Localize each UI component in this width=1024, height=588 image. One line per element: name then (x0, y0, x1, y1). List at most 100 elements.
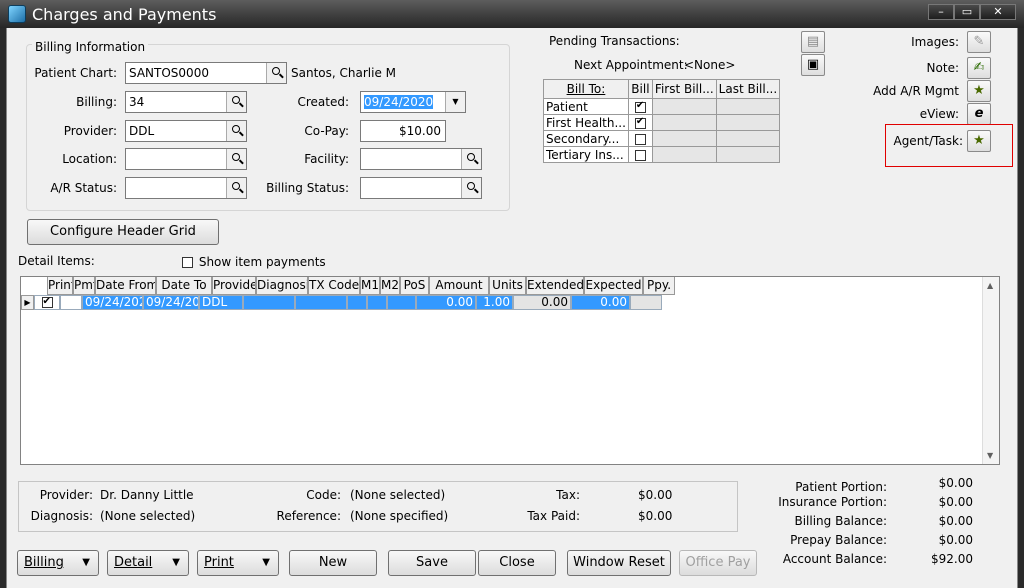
billing-menu-button[interactable]: Billing ▼ (17, 550, 99, 576)
office-pay-button[interactable]: Office Pay (679, 550, 757, 576)
created-date-field[interactable]: 09/24/2020 ▼ (360, 91, 466, 113)
row-date-to[interactable]: 09/24/202 (143, 295, 199, 310)
summary-provider-value: Dr. Danny Little (100, 488, 194, 502)
ar-mgmt-icon[interactable]: ★ (967, 80, 991, 102)
scroll-down-icon[interactable]: ▼ (987, 451, 993, 460)
summary-reference-label: Reference: (276, 509, 341, 523)
images-label: Images: (911, 35, 959, 49)
col-expected[interactable]: Expected (584, 277, 643, 295)
images-icon[interactable]: ✎ (967, 31, 991, 53)
pending-add-icon[interactable]: ▣ (801, 54, 825, 76)
pending-list-icon[interactable]: ▤ (801, 31, 825, 53)
restore-button[interactable]: ▭ (954, 4, 980, 20)
summary-tax-value: $0.00 (638, 488, 673, 502)
ar-status-label: A/R Status: (50, 181, 117, 195)
last-bill-header[interactable]: Last Bill... (715, 79, 781, 99)
chevron-down-icon: ▼ (262, 557, 270, 568)
detail-menu-button[interactable]: Detail ▼ (107, 550, 189, 576)
bill-to-tertiary[interactable]: Tertiary Ins... (543, 146, 629, 163)
col-pmt[interactable]: Pmt (73, 277, 95, 295)
patient-chart-field[interactable]: SANTOS0000 (125, 62, 287, 84)
billing-status-search-icon[interactable] (461, 178, 481, 198)
col-amount[interactable]: Amount (429, 277, 489, 295)
row-expected[interactable]: 0.00 (571, 295, 630, 310)
col-diagnosis[interactable]: Diagnosis (256, 277, 308, 295)
row-selector-icon[interactable]: ▶ (21, 295, 34, 310)
billing-status-field[interactable] (360, 177, 482, 199)
col-ppy[interactable]: Ppy. (643, 277, 675, 295)
configure-header-grid-button[interactable]: Configure Header Grid (27, 219, 219, 245)
row-units[interactable]: 1.00 (476, 295, 513, 310)
eview-label: eView: (919, 107, 959, 121)
patient-name: Santos, Charlie M (291, 66, 396, 80)
facility-search-icon[interactable] (461, 149, 481, 169)
provider-field[interactable]: DDL (125, 120, 247, 142)
patient-chart-label: Patient Chart: (34, 66, 117, 80)
summary-tax-label: Tax: (556, 488, 580, 502)
col-m1[interactable]: M1 (360, 277, 380, 295)
bill-secondary-checkbox[interactable] (634, 133, 646, 145)
summary-code-label: Code: (306, 488, 341, 502)
summary-diagnosis-label: Diagnosis: (30, 509, 93, 523)
first-bill-header[interactable]: First Bill... (651, 79, 717, 99)
print-menu-button[interactable]: Print ▼ (197, 550, 279, 576)
copay-label: Co-Pay: (304, 124, 349, 138)
save-button[interactable]: Save (388, 550, 476, 576)
bill-first-health-checkbox[interactable] (634, 116, 646, 129)
row-amount[interactable]: 0.00 (416, 295, 476, 310)
col-date-from[interactable]: Date From (95, 277, 156, 295)
col-pos[interactable]: PoS (400, 277, 429, 295)
provider-search-icon[interactable] (226, 121, 246, 141)
chevron-down-icon[interactable]: ▼ (445, 92, 465, 112)
col-units[interactable]: Units (489, 277, 526, 295)
summary-tax-paid-label: Tax Paid: (527, 509, 580, 523)
col-m2[interactable]: M2 (380, 277, 400, 295)
insurance-portion-label: Insurance Portion: (778, 495, 887, 509)
next-appointment-value: <None> (684, 58, 736, 72)
location-search-icon[interactable] (226, 149, 246, 169)
agent-task-label: Agent/Task: (893, 134, 963, 148)
row-date-from[interactable]: 09/24/202 (82, 295, 143, 310)
copay-field[interactable]: $10.00 (360, 120, 446, 142)
agent-task-icon[interactable]: ★ (967, 130, 991, 152)
add-ar-mgmt-label: Add A/R Mgmt (873, 84, 959, 98)
bill-patient-checkbox[interactable] (634, 100, 646, 113)
scroll-up-icon[interactable]: ▲ (987, 281, 993, 290)
bill-to-secondary[interactable]: Secondary... (543, 130, 629, 147)
bill-to-grid: Bill To: Bill First Bill... Last Bill...… (543, 79, 781, 163)
detail-scrollbar[interactable]: ▲ ▼ (982, 277, 999, 464)
patient-chart-search-icon[interactable] (266, 63, 286, 83)
billing-search-icon[interactable] (226, 92, 246, 112)
show-item-payments-checkbox[interactable] (182, 257, 193, 268)
table-row[interactable]: ▶ 09/24/202 09/24/202 DDL 0.00 1.00 0.00… (21, 295, 662, 310)
bill-to-first-health[interactable]: First Health... (543, 114, 629, 131)
col-extended[interactable]: Extended (526, 277, 584, 295)
facility-label: Facility: (304, 152, 349, 166)
close-button[interactable]: Close (478, 550, 556, 576)
patient-portion-label: Patient Portion: (795, 480, 887, 494)
col-date-to[interactable]: Date To (156, 277, 212, 295)
ar-status-field[interactable] (125, 177, 247, 199)
close-window-button[interactable]: ✕ (980, 4, 1016, 20)
billing-field[interactable]: 34 (125, 91, 247, 113)
note-icon[interactable]: ✍ (967, 57, 991, 79)
ar-status-search-icon[interactable] (226, 178, 246, 198)
window-reset-button[interactable]: Window Reset (567, 550, 671, 576)
bill-header[interactable]: Bill (627, 79, 653, 99)
col-provider[interactable]: Provider (212, 277, 256, 295)
row-provider[interactable]: DDL (199, 295, 243, 310)
minimize-button[interactable]: – (928, 4, 954, 20)
facility-field[interactable] (360, 148, 482, 170)
eview-icon[interactable]: e (967, 103, 991, 125)
new-button[interactable]: New (289, 550, 377, 576)
bill-tertiary-checkbox[interactable] (634, 149, 646, 161)
billing-status-label: Billing Status: (266, 181, 349, 195)
row-print-checkbox[interactable] (41, 296, 53, 308)
col-tx-code[interactable]: TX Code (308, 277, 360, 295)
location-field[interactable] (125, 148, 247, 170)
pending-transactions-label: Pending Transactions: (549, 34, 680, 48)
col-print[interactable]: Print (47, 277, 73, 295)
show-item-payments-checkbox-wrap[interactable]: Show item payments (182, 255, 326, 269)
bill-to-header[interactable]: Bill To: (543, 79, 629, 99)
bill-to-patient[interactable]: Patient (543, 98, 629, 115)
